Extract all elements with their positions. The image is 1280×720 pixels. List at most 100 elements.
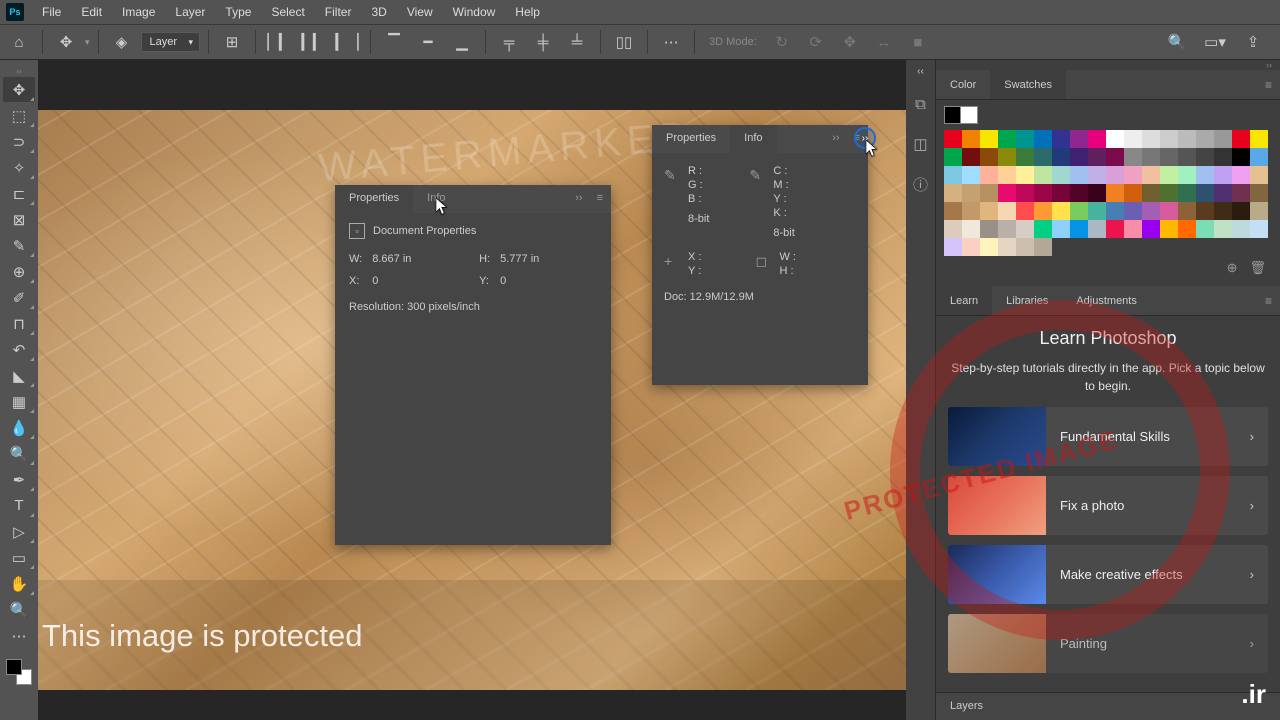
move-tool[interactable]: ✥: [3, 77, 35, 102]
swatch[interactable]: [944, 148, 962, 166]
swatch[interactable]: [1178, 148, 1196, 166]
swatch[interactable]: [1016, 148, 1034, 166]
collapse-panel-icon[interactable]: ››: [569, 185, 588, 213]
align-top-icon[interactable]: ▔: [379, 28, 409, 56]
swatch[interactable]: [1250, 148, 1268, 166]
swatch[interactable]: [1124, 202, 1142, 220]
edit-toolbar[interactable]: ⋯: [3, 623, 35, 648]
learn-menu-icon[interactable]: ≡: [1257, 286, 1280, 315]
swatch[interactable]: [1178, 202, 1196, 220]
swatch[interactable]: [1070, 148, 1088, 166]
swatch[interactable]: [944, 220, 962, 238]
align-right-icon[interactable]: ▎▕: [332, 28, 362, 56]
swatch[interactable]: [1196, 220, 1214, 238]
swatch[interactable]: [1124, 148, 1142, 166]
home-icon[interactable]: ⌂: [4, 28, 34, 56]
swatch[interactable]: [1232, 130, 1250, 148]
distribute-spacing-icon[interactable]: ▯▯: [609, 28, 639, 56]
swatch-fg-bg[interactable]: [944, 106, 980, 126]
swatch[interactable]: [1106, 202, 1124, 220]
swatch[interactable]: [1160, 148, 1178, 166]
swatch[interactable]: [1052, 148, 1070, 166]
swatch[interactable]: [980, 130, 998, 148]
swatch[interactable]: [1178, 166, 1196, 184]
swatch[interactable]: [944, 166, 962, 184]
swatch[interactable]: [944, 238, 962, 256]
swatch[interactable]: [980, 220, 998, 238]
swatch[interactable]: [1196, 148, 1214, 166]
swatch[interactable]: [1034, 130, 1052, 148]
tab-libraries[interactable]: Libraries: [992, 286, 1062, 315]
frame-tool[interactable]: ⊠: [3, 207, 35, 232]
swatch[interactable]: [1124, 166, 1142, 184]
canvas-area[interactable]: WATERMARKED thaco.ir thaco.ir This image…: [38, 60, 906, 720]
history-panel-icon[interactable]: ⧉: [908, 91, 934, 117]
swatch[interactable]: [1052, 184, 1070, 202]
tab-info-2[interactable]: Info: [730, 125, 776, 153]
swatch[interactable]: [1070, 202, 1088, 220]
swatch[interactable]: [1142, 220, 1160, 238]
swatch[interactable]: [1250, 202, 1268, 220]
swatch[interactable]: [1124, 130, 1142, 148]
swatch[interactable]: [1016, 238, 1034, 256]
swatch[interactable]: [998, 220, 1016, 238]
clone-stamp-tool[interactable]: ⊓: [3, 311, 35, 336]
distribute-center-icon[interactable]: ╪: [528, 28, 558, 56]
menu-select[interactable]: Select: [261, 1, 314, 23]
align-bottom-icon[interactable]: ▁: [447, 28, 477, 56]
auto-select-icon[interactable]: ◈: [107, 28, 137, 56]
swatch[interactable]: [1034, 166, 1052, 184]
swatch[interactable]: [1016, 130, 1034, 148]
new-swatch-icon[interactable]: ⊕: [1227, 260, 1238, 276]
swatch[interactable]: [1052, 130, 1070, 148]
swatch[interactable]: [1124, 220, 1142, 238]
swatch[interactable]: [1088, 184, 1106, 202]
quick-select-tool[interactable]: ✧: [3, 155, 35, 180]
menu-window[interactable]: Window: [443, 1, 506, 23]
crop-tool[interactable]: ⊏: [3, 181, 35, 206]
workspace-icon[interactable]: ▭▾: [1200, 28, 1230, 56]
swatch[interactable]: [1016, 166, 1034, 184]
swatch[interactable]: [1232, 202, 1250, 220]
swatch[interactable]: [1160, 166, 1178, 184]
tab-properties[interactable]: Properties: [335, 185, 413, 213]
swatch[interactable]: [1214, 130, 1232, 148]
share-icon[interactable]: ⇪: [1238, 28, 1268, 56]
swatch[interactable]: [1034, 184, 1052, 202]
swatch[interactable]: [1232, 184, 1250, 202]
blur-tool[interactable]: 💧: [3, 415, 35, 440]
swatch[interactable]: [962, 202, 980, 220]
swatch[interactable]: [1016, 220, 1034, 238]
swatch[interactable]: [1070, 166, 1088, 184]
swatch[interactable]: [1250, 166, 1268, 184]
swatch[interactable]: [998, 148, 1016, 166]
swatch[interactable]: [1160, 202, 1178, 220]
swatch[interactable]: [980, 184, 998, 202]
swatch[interactable]: [980, 238, 998, 256]
swatch[interactable]: [1214, 202, 1232, 220]
panel-menu-icon[interactable]: ≡: [589, 185, 611, 213]
search-icon[interactable]: 🔍: [1162, 28, 1192, 56]
lasso-tool[interactable]: ⊃: [3, 129, 35, 154]
tab-layers[interactable]: Layers: [936, 692, 1280, 720]
tab-adjustments[interactable]: Adjustments: [1062, 286, 1151, 315]
collapse-panel-icon-2[interactable]: ››: [826, 125, 845, 153]
transform-controls-icon[interactable]: ⊞: [217, 28, 247, 56]
marquee-tool[interactable]: ⬚: [3, 103, 35, 128]
swatch[interactable]: [1016, 202, 1034, 220]
zoom-tool[interactable]: 🔍: [3, 597, 35, 622]
properties-panel-icon[interactable]: ◫: [908, 131, 934, 157]
swatch[interactable]: [1196, 184, 1214, 202]
info-panel-floating[interactable]: Properties Info ›› ≡ ✎ R : G : B : 8-bit: [652, 125, 868, 385]
tab-learn[interactable]: Learn: [936, 286, 992, 315]
swatch[interactable]: [998, 202, 1016, 220]
menu-edit[interactable]: Edit: [71, 1, 112, 23]
swatch[interactable]: [1070, 184, 1088, 202]
tab-info[interactable]: Info: [413, 185, 459, 213]
learn-item-fundamental[interactable]: Fundamental Skills ›: [948, 407, 1268, 466]
swatch[interactable]: [962, 184, 980, 202]
swatch[interactable]: [1142, 148, 1160, 166]
swatch[interactable]: [1034, 238, 1052, 256]
pen-tool[interactable]: ✒: [3, 467, 35, 492]
swatch[interactable]: [1070, 220, 1088, 238]
